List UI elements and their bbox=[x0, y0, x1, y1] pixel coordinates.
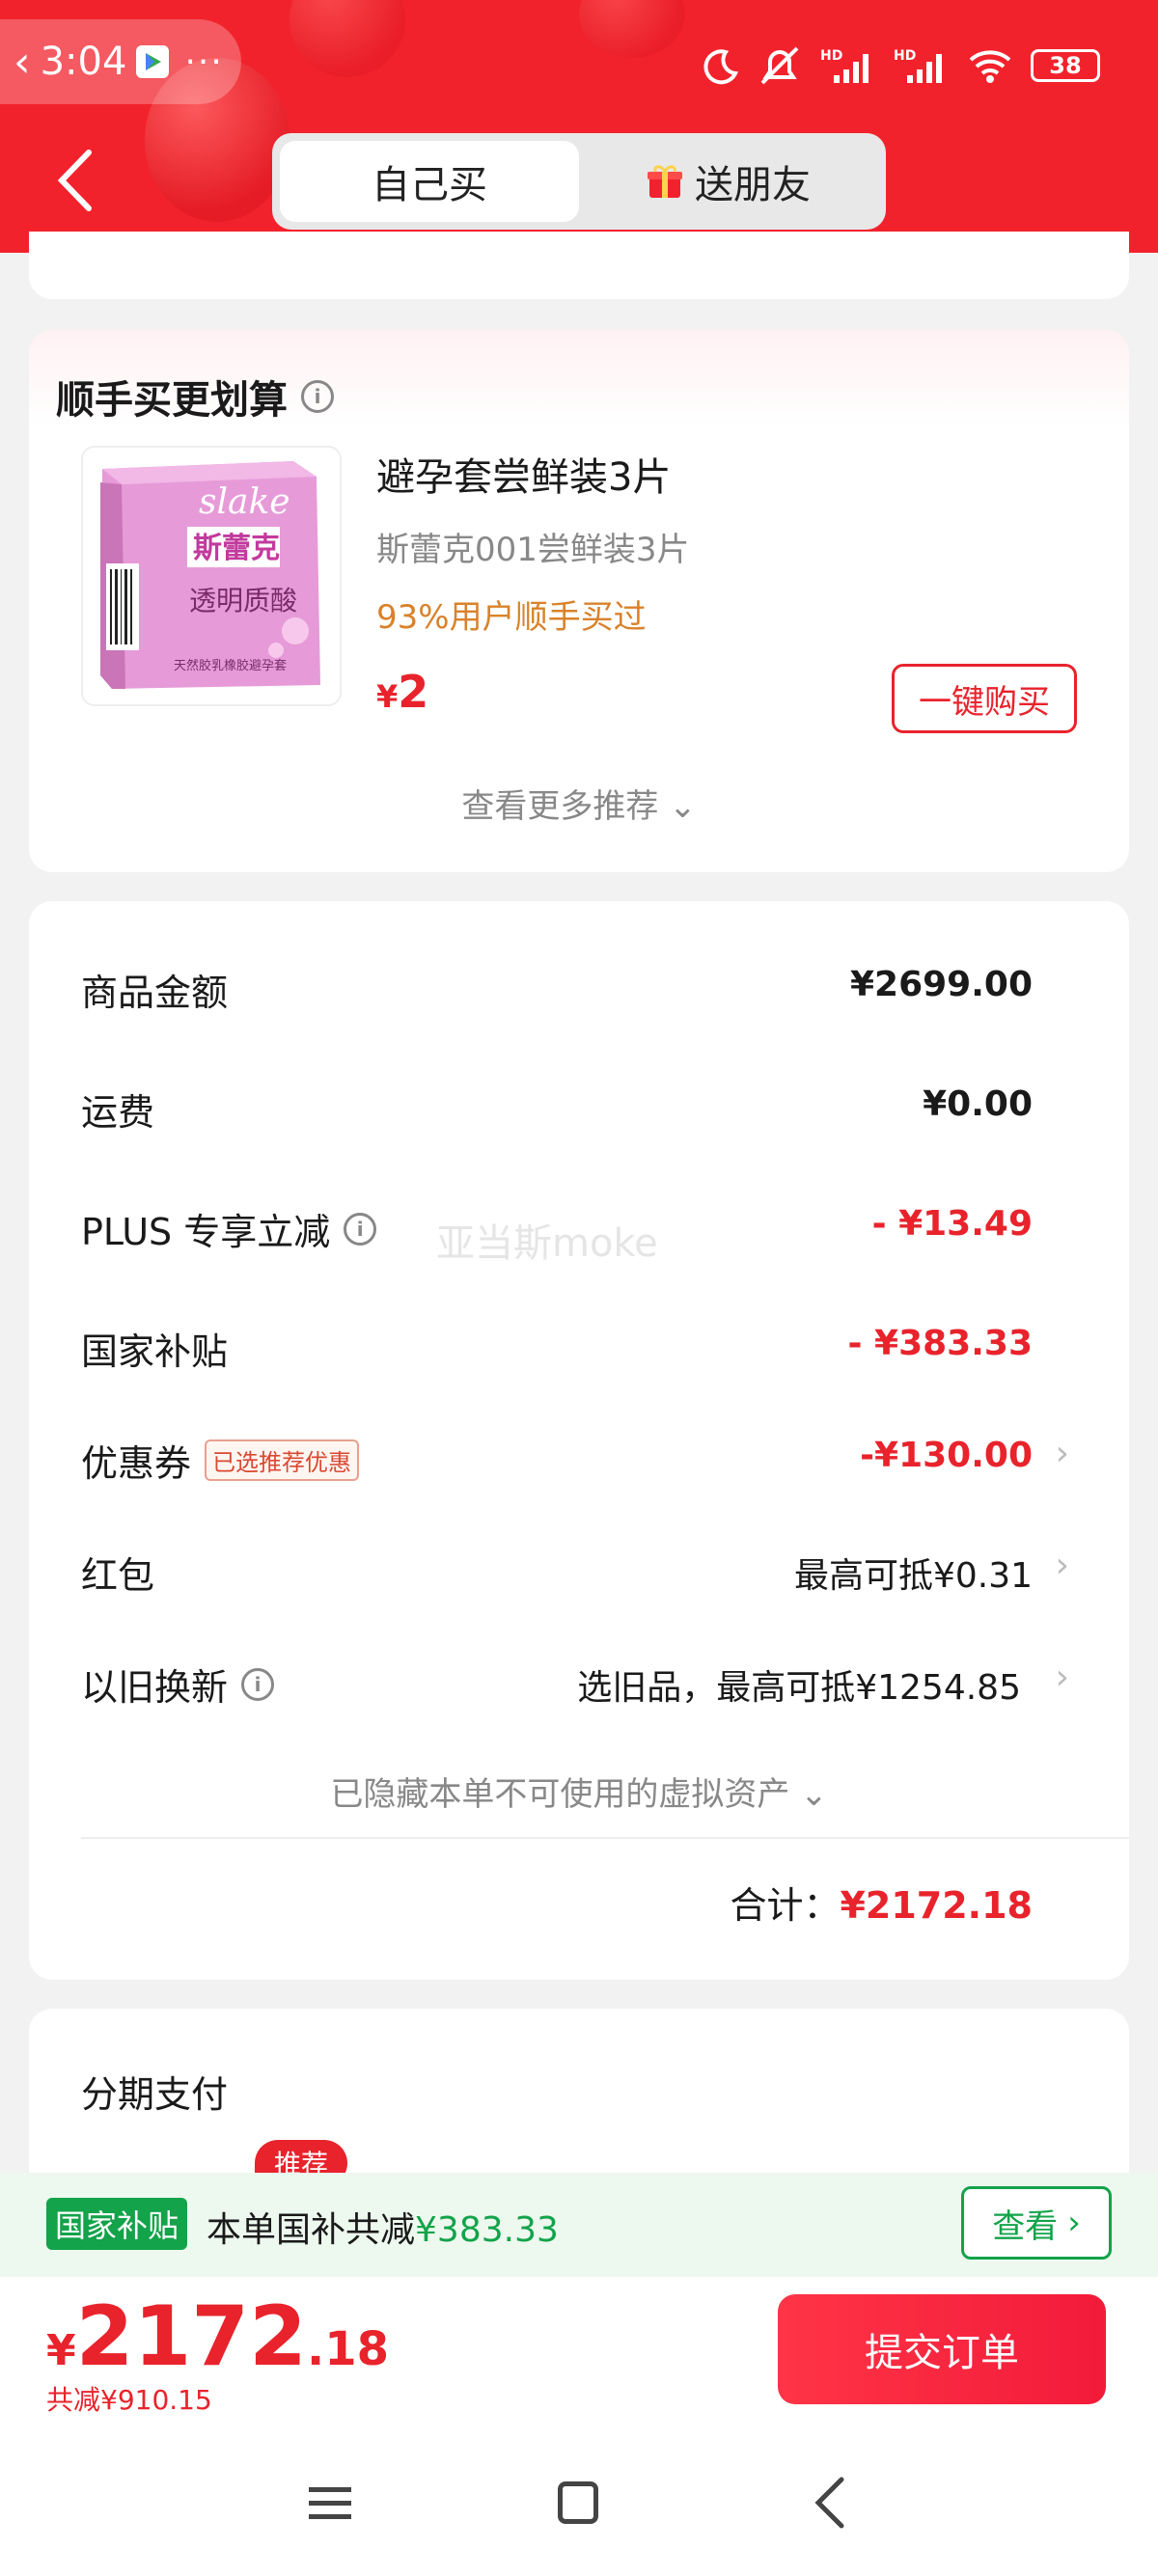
total-label: 合计： bbox=[730, 1884, 841, 1927]
total-saved: 共减¥910.15 bbox=[46, 2384, 212, 2416]
price-currency: ¥ bbox=[376, 678, 399, 715]
back-arrow-icon[interactable] bbox=[50, 147, 98, 214]
summary-row-goods-label: 商品金额 bbox=[81, 963, 228, 1016]
summary-row-redpacket-label[interactable]: 红包 bbox=[81, 1546, 154, 1599]
more-recommendations-label: 查看更多推荐 bbox=[461, 787, 659, 826]
row-label-text: 红包 bbox=[81, 1554, 155, 1597]
tab-buy-for-self[interactable]: 自己买 bbox=[280, 141, 579, 222]
gift-icon bbox=[648, 165, 682, 198]
svg-text:HD: HD bbox=[894, 48, 916, 64]
more-recommendations-link[interactable]: 查看更多推荐 ⌄ bbox=[0, 780, 1158, 827]
previous-card-bottom bbox=[29, 232, 1129, 299]
row-label-text: 商品金额 bbox=[81, 972, 229, 1014]
summary-row-plus-label: PLUS 专享立减 i bbox=[81, 1202, 377, 1255]
summary-row-subsidy-label: 国家补贴 bbox=[81, 1322, 228, 1375]
national-subsidy-bar: 国家补贴 本单国补共减¥383.33 查看 › bbox=[0, 2173, 1158, 2277]
play-store-icon bbox=[136, 45, 170, 78]
status-bar: ‹ 3:04 ··· HD HD 38 bbox=[0, 0, 1158, 125]
summary-row-subsidy-value: - ¥383.33 bbox=[847, 1324, 1033, 1363]
summary-row-coupon-label[interactable]: 优惠券 已选推荐优惠 bbox=[81, 1434, 360, 1487]
purchase-mode-switch: 自己买 送朋友 bbox=[272, 133, 886, 230]
more-icon: ··· bbox=[184, 41, 224, 82]
box-footer-text: 天然胶乳橡胶避孕套 bbox=[174, 658, 287, 673]
moon-icon bbox=[703, 49, 738, 85]
summary-row-tradein-value[interactable]: 选旧品，最高可抵¥1254.85 bbox=[577, 1659, 1021, 1710]
summary-row-tradein-label[interactable]: 以旧换新 i bbox=[81, 1658, 275, 1711]
checkout-currency: ¥ bbox=[46, 2326, 76, 2375]
chevron-down-icon: ⌄ bbox=[800, 1775, 828, 1814]
tab-label: 自己买 bbox=[372, 163, 487, 207]
price-value: 2 bbox=[398, 666, 429, 718]
total-amount: ¥2172.18 bbox=[840, 1884, 1033, 1927]
recommend-title-text: 顺手买更划算 bbox=[56, 378, 288, 423]
svg-text:HD: HD bbox=[820, 48, 842, 64]
box-feature-text: 透明质酸 bbox=[189, 585, 297, 617]
hd-signal-icon: HD bbox=[894, 48, 942, 83]
product-price: ¥2 bbox=[376, 666, 428, 718]
chevron-right-icon[interactable]: › bbox=[1056, 1658, 1069, 1697]
order-total: 合计：¥2172.18 bbox=[730, 1876, 1033, 1929]
info-icon[interactable]: i bbox=[344, 1212, 377, 1246]
product-subtitle: 斯蕾克001尝鲜装3片 bbox=[376, 531, 690, 569]
summary-row-coupon-value[interactable]: -¥130.00 bbox=[860, 1436, 1033, 1475]
chevron-right-icon: › bbox=[1067, 2204, 1081, 2242]
info-icon[interactable]: i bbox=[301, 380, 334, 413]
status-icons: HD HD 38 bbox=[701, 39, 1100, 93]
product-name[interactable]: 避孕套尝鲜装3片 bbox=[376, 446, 671, 502]
row-label-text: 优惠券 bbox=[81, 1442, 192, 1485]
coupon-tag: 已选推荐优惠 bbox=[205, 1439, 360, 1481]
wifi-icon bbox=[969, 50, 1011, 83]
watermark-text: 亚当斯moke bbox=[436, 1221, 658, 1266]
divider bbox=[81, 1837, 1129, 1839]
recommend-title: 顺手买更划算 i bbox=[56, 369, 334, 425]
summary-row-shipping-label: 运费 bbox=[81, 1082, 154, 1136]
subsidy-text: 本单国补共减¥383.33 bbox=[207, 2202, 559, 2252]
summary-row-plus-value: - ¥13.49 bbox=[871, 1204, 1033, 1244]
chevron-right-icon[interactable]: › bbox=[1056, 1434, 1069, 1473]
summary-row-shipping-value: ¥0.00 bbox=[923, 1084, 1033, 1124]
product-buy-stat: 93%用户顺手买过 bbox=[376, 598, 647, 637]
summary-row-redpacket-value[interactable]: 最高可抵¥0.31 bbox=[794, 1548, 1033, 1598]
back-icon[interactable] bbox=[811, 2476, 849, 2530]
hidden-assets-toggle[interactable]: 已隐藏本单不可使用的虚拟资产 ⌄ bbox=[0, 1768, 1158, 1815]
one-click-buy-button[interactable]: 一键购买 bbox=[892, 664, 1077, 733]
tab-label: 送朋友 bbox=[695, 163, 811, 207]
product-image[interactable]: slake 斯蕾克 透明质酸 天然胶乳橡胶避孕套 bbox=[81, 446, 342, 706]
checkout-price-dec: .18 bbox=[306, 2322, 390, 2376]
checkout-price-int: 2172 bbox=[75, 2288, 307, 2385]
row-label-text: 国家补贴 bbox=[81, 1330, 229, 1373]
checkout-price: ¥2172.18 bbox=[46, 2288, 389, 2385]
row-label-text: 以旧换新 bbox=[81, 1666, 229, 1709]
menu-icon[interactable] bbox=[309, 2483, 351, 2522]
tab-gift-to-friend[interactable]: 送朋友 bbox=[579, 141, 878, 222]
row-label-text: PLUS 专享立减 bbox=[81, 1211, 331, 1253]
home-icon[interactable] bbox=[558, 2481, 598, 2524]
mute-icon bbox=[760, 46, 799, 85]
subsidy-label: 本单国补共减 bbox=[207, 2210, 416, 2250]
chevron-down-icon: ⌄ bbox=[669, 787, 697, 826]
summary-row-goods-value: ¥2699.00 bbox=[849, 965, 1033, 1004]
back-to-app-pill[interactable]: ‹ 3:04 ··· bbox=[0, 19, 241, 104]
row-label-text: 运费 bbox=[81, 1091, 155, 1134]
chevron-right-icon[interactable]: › bbox=[1056, 1546, 1069, 1585]
battery-icon: 38 bbox=[1031, 49, 1100, 82]
condom-box-image: slake 斯蕾克 透明质酸 天然胶乳橡胶避孕套 bbox=[83, 448, 340, 704]
installment-title: 分期支付 bbox=[81, 2073, 229, 2116]
subsidy-amount: ¥383.33 bbox=[415, 2210, 559, 2250]
view-label: 查看 bbox=[992, 2206, 1059, 2246]
subsidy-tag: 国家补贴 bbox=[46, 2198, 187, 2250]
submit-order-button[interactable]: 提交订单 bbox=[778, 2294, 1106, 2404]
hidden-assets-label: 已隐藏本单不可使用的虚拟资产 bbox=[330, 1775, 790, 1814]
brand-text: 斯蕾克 bbox=[193, 532, 280, 565]
brand-en-text: slake bbox=[199, 482, 290, 522]
status-time: 3:04 bbox=[40, 40, 127, 84]
battery-level: 38 bbox=[1049, 52, 1082, 79]
info-icon[interactable]: i bbox=[241, 1667, 275, 1701]
hd-signal-icon: HD bbox=[820, 48, 868, 83]
chevron-left-icon: ‹ bbox=[14, 37, 31, 87]
view-subsidy-button[interactable]: 查看 › bbox=[961, 2186, 1112, 2260]
